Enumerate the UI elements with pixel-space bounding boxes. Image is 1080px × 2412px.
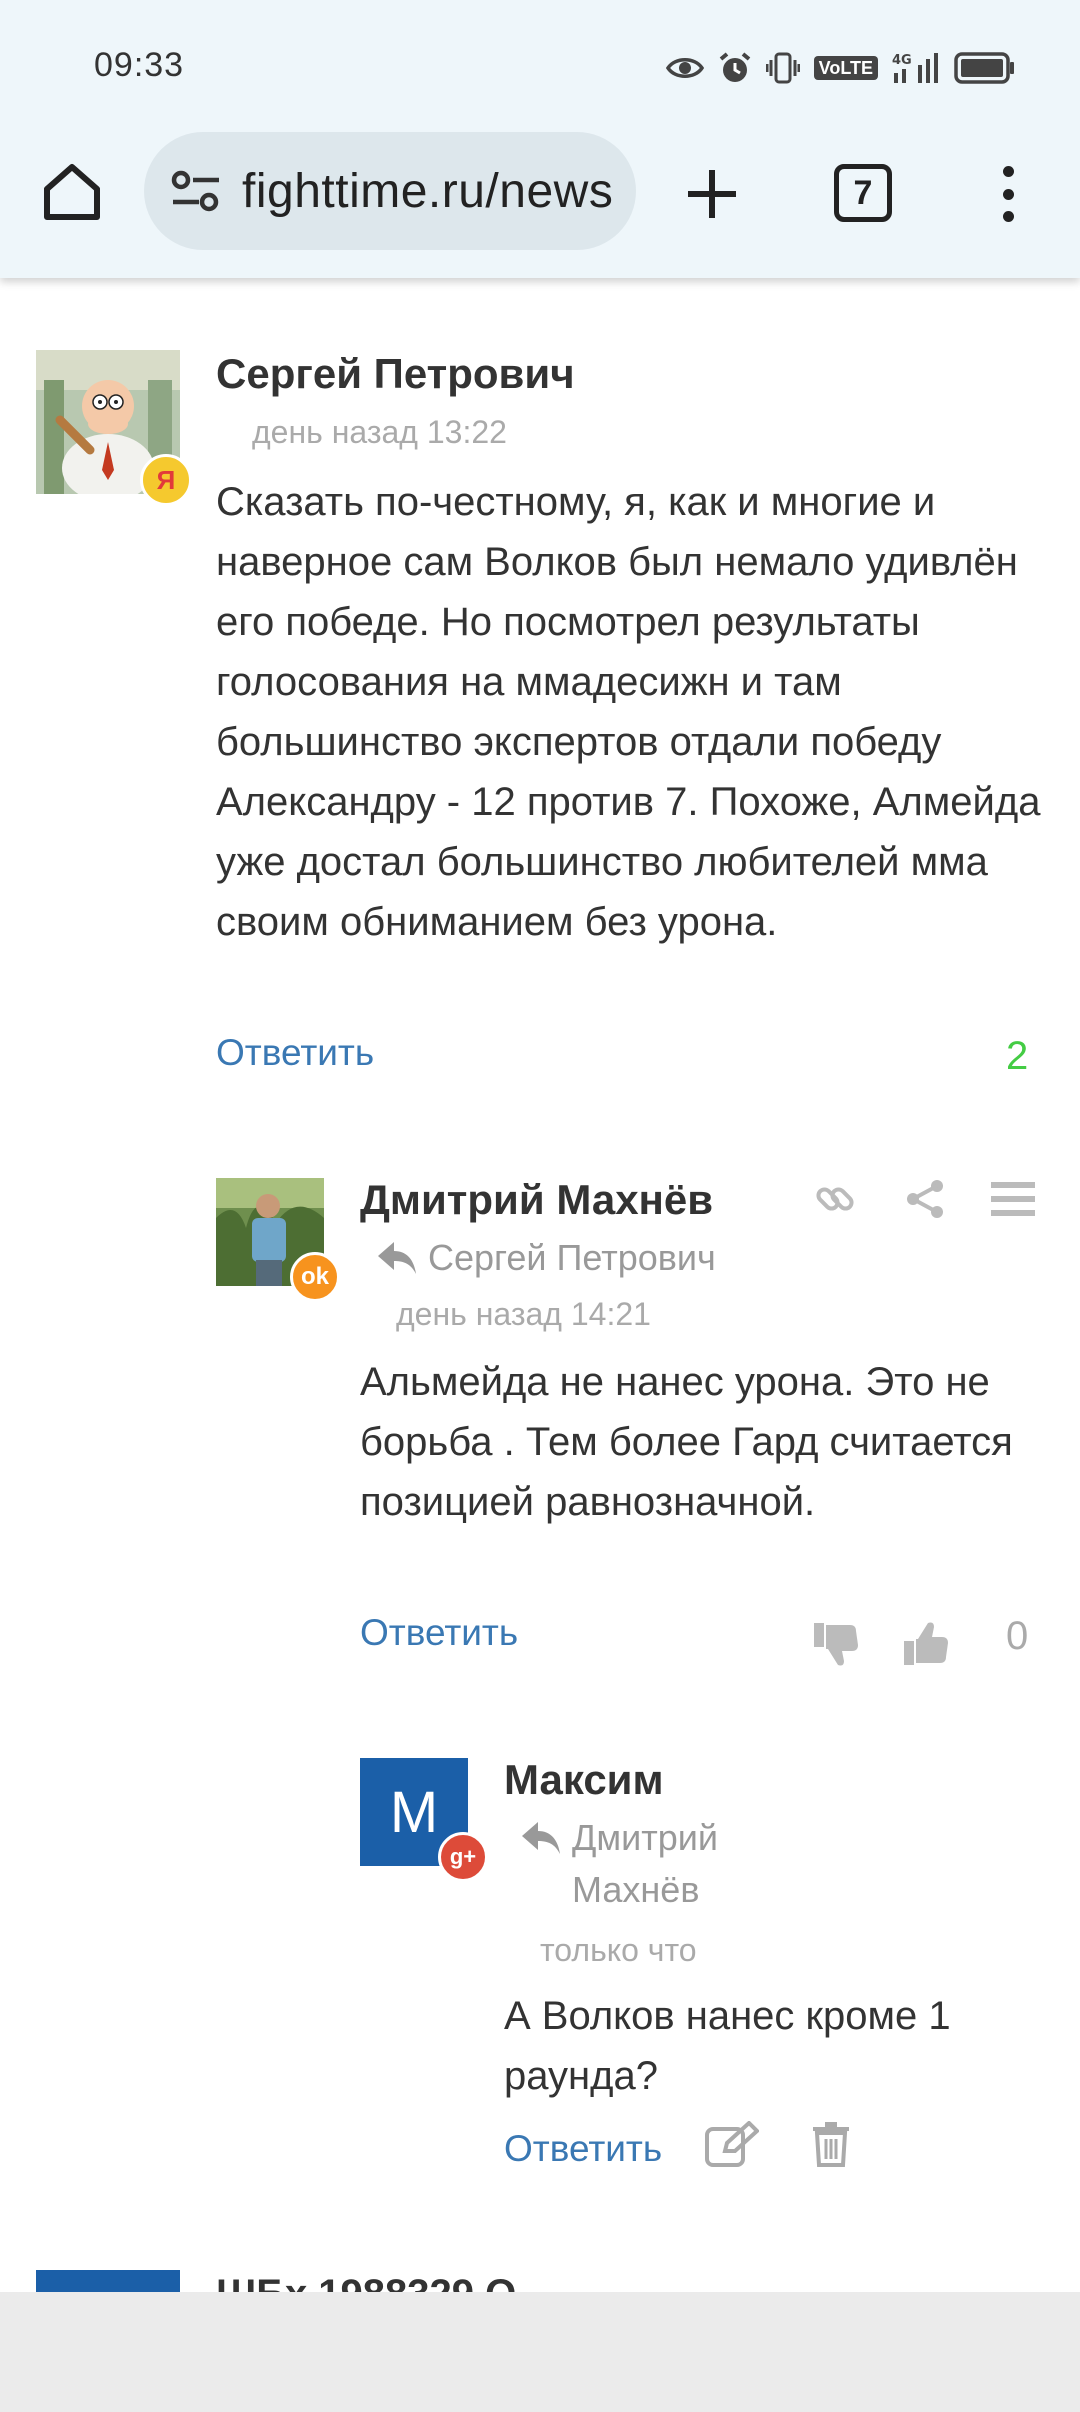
reply-to[interactable]: Дмитрий Махнёв [520, 1812, 760, 1916]
dislike-icon[interactable] [810, 1618, 862, 1670]
menu-dot [1002, 211, 1014, 222]
comment-score: 0 [1006, 1614, 1029, 1658]
comment-time[interactable]: день назад 14:21 [396, 1296, 651, 1333]
svg-text:4G: 4G [892, 53, 912, 68]
avatar[interactable]: Я [36, 350, 192, 506]
overflow-menu-button[interactable] [990, 158, 1026, 230]
reply-to-name: Дмитрий Махнёв [572, 1817, 718, 1910]
yandex-badge-icon: Я [140, 454, 192, 506]
bottom-bar [0, 2292, 1080, 2412]
comment-time[interactable]: день назад 13:22 [252, 414, 507, 451]
comment-author[interactable]: Сергей Петрович [216, 350, 575, 398]
eye-icon [665, 58, 704, 78]
reply-arrow-icon [378, 1242, 416, 1274]
menu-dot [1002, 166, 1014, 177]
reply-link[interactable]: Ответить [504, 2128, 662, 2170]
link-icon[interactable] [812, 1176, 858, 1222]
reply-link[interactable]: Ответить [216, 1032, 374, 1074]
comment-text: Альмейда не нанес урона. Это не борьба .… [360, 1360, 1013, 1524]
avatar[interactable]: M g+ [360, 1758, 488, 1882]
google-plus-badge-icon: g+ [438, 1832, 488, 1882]
comment-text: Сказать по-честному, я, как и многие и н… [216, 480, 1041, 944]
reply-to[interactable]: Сергей Петрович [376, 1232, 716, 1284]
site-settings-icon[interactable] [168, 163, 224, 219]
avatar[interactable]: ok [216, 1178, 340, 1302]
home-button[interactable] [38, 158, 106, 226]
new-tab-button[interactable] [676, 158, 748, 230]
alarm-icon [719, 52, 750, 82]
comment-author[interactable]: ШБх 1988329 О [216, 2272, 516, 2294]
comment-author[interactable]: Дмитрий Махнёв [360, 1176, 713, 1224]
comment-time[interactable]: только что [540, 1932, 697, 1969]
reply-to-name: Сергей Петрович [428, 1237, 716, 1278]
volte-icon: VoLTE [813, 56, 878, 80]
status-icons: VoLTE 4G [665, 48, 1016, 88]
status-time: 09:33 [94, 46, 185, 84]
plus-icon [688, 170, 736, 218]
edit-icon[interactable] [704, 2118, 760, 2170]
browser-chrome: 09:33 VoLTE 4G fighttime.ru/news 7 [0, 0, 1080, 278]
reply-arrow-icon [522, 1822, 560, 1854]
odnoklassniki-badge-icon: ok [290, 1252, 340, 1302]
menu-dot [1002, 188, 1014, 200]
comment-score: 2 [1006, 1034, 1029, 1078]
more-menu-icon[interactable] [990, 1176, 1036, 1222]
signal-4g-icon: 4G [892, 53, 938, 83]
delete-icon[interactable] [806, 2118, 856, 2170]
home-icon [44, 164, 100, 220]
tab-switcher-button[interactable]: 7 [834, 164, 892, 222]
comment-text: А Волков нанес кроме 1 раунда? [504, 1994, 951, 2098]
like-icon[interactable] [900, 1618, 952, 1670]
reply-link[interactable]: Ответить [360, 1612, 518, 1654]
url-text: fighttime.ru/news [242, 164, 614, 218]
address-bar[interactable]: fighttime.ru/news [144, 132, 636, 250]
battery-icon [954, 52, 1014, 84]
vibrate-icon [765, 52, 800, 84]
comment-author[interactable]: Максим [504, 1756, 664, 1804]
share-icon[interactable] [902, 1176, 948, 1222]
